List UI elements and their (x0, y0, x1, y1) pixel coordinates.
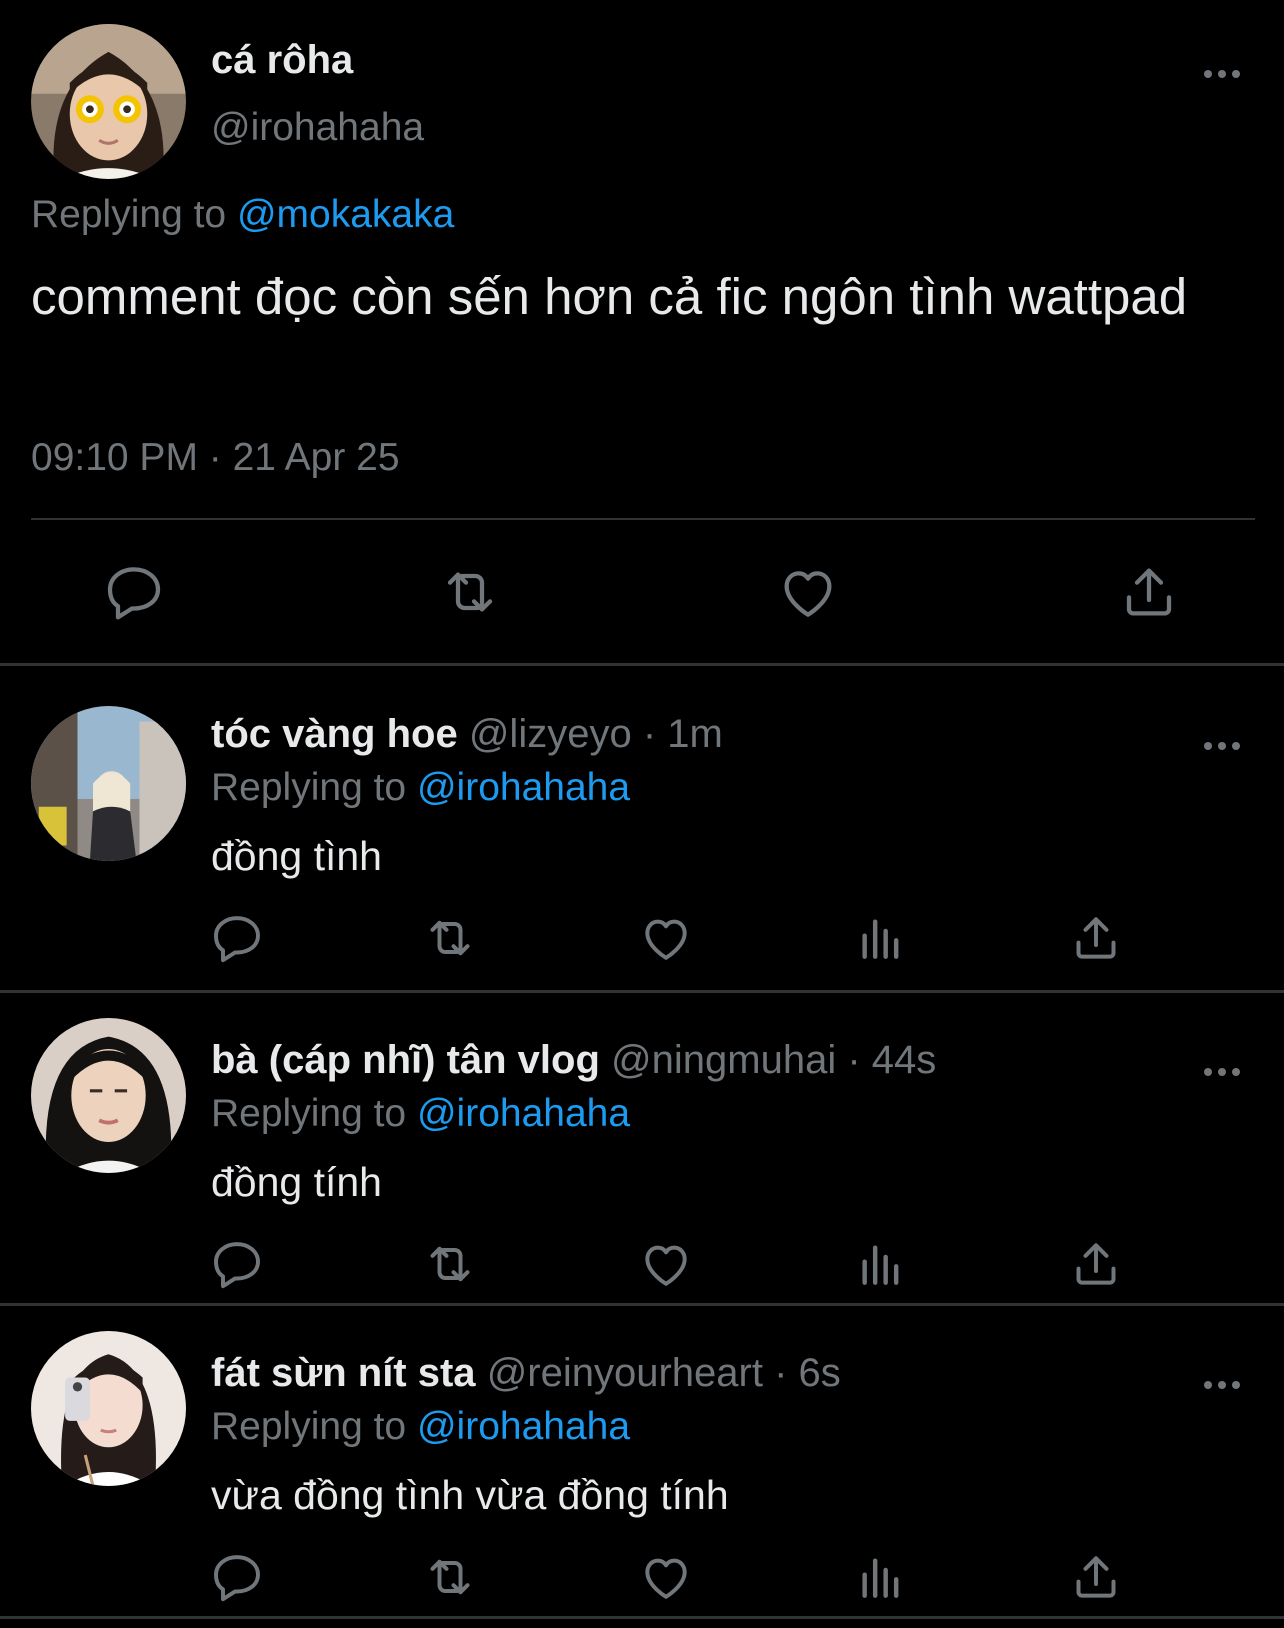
reply-header: fát sừn nít sta @reinyourheart · 6s (211, 1351, 841, 1396)
replying-to-label: Replying to (211, 1092, 417, 1135)
user-handle[interactable]: @lizyeyo · 1m (469, 712, 723, 756)
reply-tweet[interactable]: fát sừn nít sta @reinyourheart · 6s Repl… (0, 1293, 1284, 1603)
retweet-icon[interactable] (422, 1549, 478, 1605)
reply-icon[interactable] (209, 1549, 265, 1605)
tweet-timestamp[interactable]: 09:10 PM · 21 Apr 25 (31, 436, 400, 480)
replying-to: Replying to @irohahaha (211, 1092, 630, 1136)
share-icon[interactable] (1117, 560, 1181, 624)
replying-to-label: Replying to (211, 766, 417, 809)
replying-to-label: Replying to (31, 193, 237, 236)
reply-actions (0, 1236, 1284, 1292)
like-icon[interactable] (776, 560, 840, 624)
reply-tweet[interactable]: tóc vàng hoe @lizyeyo · 1m Replying to @… (0, 666, 1284, 976)
retweet-icon[interactable] (422, 910, 478, 966)
divider (31, 518, 1255, 520)
like-icon[interactable] (638, 1549, 694, 1605)
mention-link[interactable]: @irohahaha (417, 1405, 630, 1448)
reply-text: vừa đồng tình vừa đồng tính (211, 1472, 729, 1518)
views-icon[interactable] (853, 910, 909, 966)
reply-tweet[interactable]: bà (cáp nhĩ) tân vlog @ningmuhai · 44s R… (0, 980, 1284, 1290)
user-handle[interactable]: @ningmuhai · 44s (611, 1038, 936, 1082)
reply-actions (0, 910, 1284, 966)
reply-actions (0, 1549, 1284, 1605)
separator (0, 1616, 1284, 1619)
retweet-icon[interactable] (422, 1236, 478, 1292)
like-icon[interactable] (638, 1236, 694, 1292)
replying-to-label: Replying to (211, 1405, 417, 1448)
share-icon[interactable] (1068, 1236, 1124, 1292)
display-name[interactable]: cá rôha (211, 38, 353, 83)
reply-icon[interactable] (102, 560, 166, 624)
user-handle[interactable]: @irohahaha (211, 106, 424, 150)
share-icon[interactable] (1068, 910, 1124, 966)
more-options-icon[interactable] (1200, 1367, 1244, 1403)
more-options-icon[interactable] (1200, 1054, 1244, 1090)
reply-header: tóc vàng hoe @lizyeyo · 1m (211, 712, 723, 757)
avatar[interactable] (31, 1018, 186, 1173)
display-name[interactable]: bà (cáp nhĩ) tân vlog (211, 1038, 600, 1082)
avatar[interactable] (31, 706, 186, 861)
main-tweet: cá rôha @irohahaha Replying to @mokakaka… (0, 0, 1284, 665)
reply-icon[interactable] (209, 1236, 265, 1292)
reply-icon[interactable] (209, 910, 265, 966)
mention-link[interactable]: @irohahaha (417, 1092, 630, 1135)
display-name[interactable]: fát sừn nít sta (211, 1351, 476, 1395)
replying-to: Replying to @irohahaha (211, 1405, 630, 1449)
more-options-icon[interactable] (1200, 728, 1244, 764)
display-name[interactable]: tóc vàng hoe (211, 712, 458, 756)
reply-text: đồng tình (211, 833, 382, 879)
tweet-text: comment đọc còn sến hơn cả fic ngôn tình… (31, 268, 1188, 325)
replying-to: Replying to @mokakaka (31, 193, 454, 237)
like-icon[interactable] (638, 910, 694, 966)
reply-header: bà (cáp nhĩ) tân vlog @ningmuhai · 44s (211, 1038, 936, 1083)
mention-link[interactable]: @mokakaka (237, 193, 454, 236)
tweet-actions (0, 560, 1284, 624)
avatar[interactable] (31, 1331, 186, 1486)
user-handle[interactable]: @reinyourheart · 6s (487, 1351, 841, 1395)
views-icon[interactable] (853, 1236, 909, 1292)
share-icon[interactable] (1068, 1549, 1124, 1605)
retweet-icon[interactable] (438, 560, 502, 624)
more-options-icon[interactable] (1200, 56, 1244, 92)
replying-to: Replying to @irohahaha (211, 766, 630, 810)
avatar[interactable] (31, 24, 186, 179)
views-icon[interactable] (853, 1549, 909, 1605)
reply-text: đồng tính (211, 1159, 382, 1205)
mention-link[interactable]: @irohahaha (417, 766, 630, 809)
